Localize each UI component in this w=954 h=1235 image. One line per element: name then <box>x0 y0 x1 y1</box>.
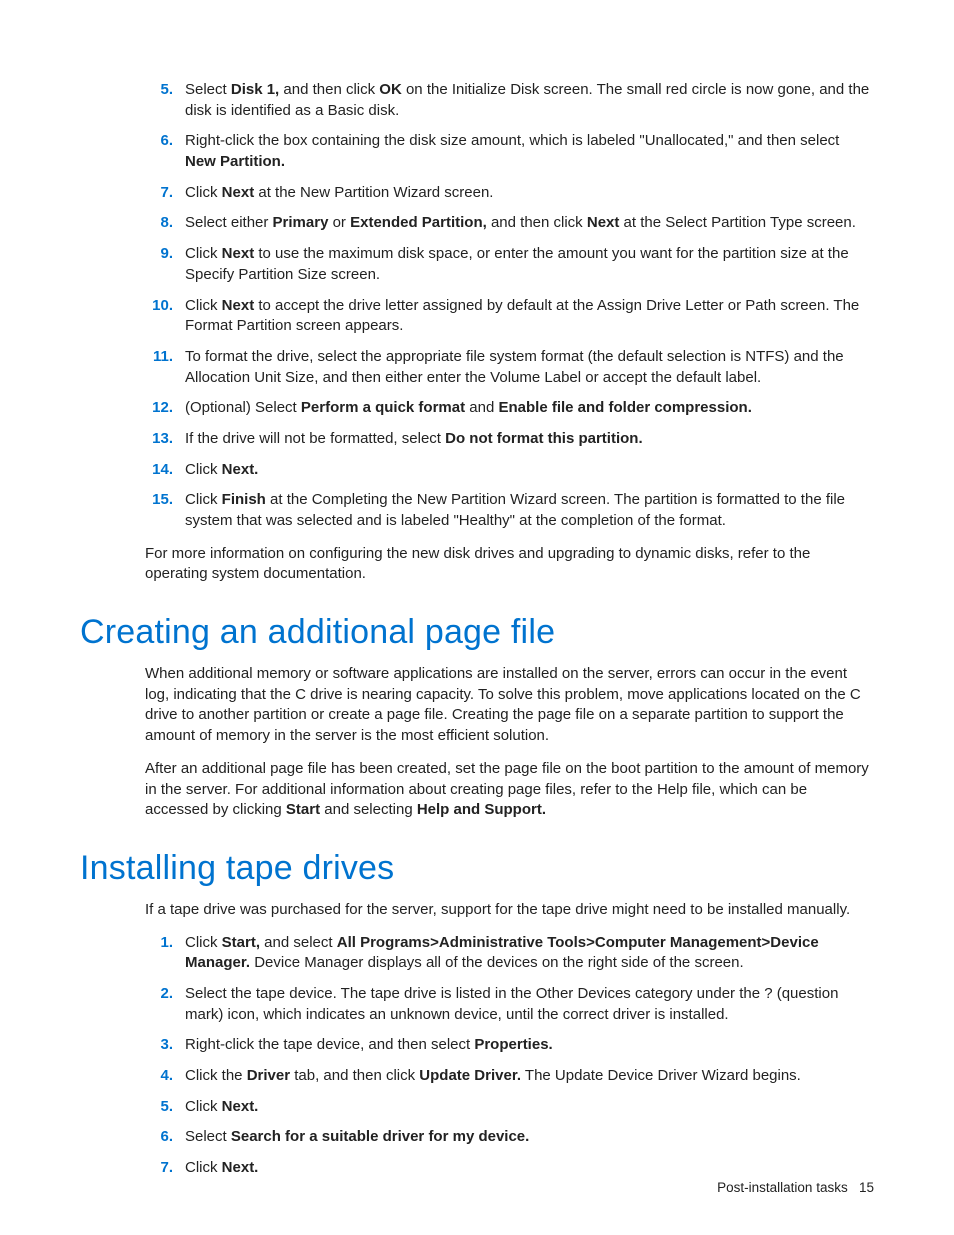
content-area: 5. Select Disk 1, and then click OK on t… <box>145 80 874 1179</box>
page-footer: Post-installation tasks 15 <box>717 1180 874 1195</box>
step-item: 11. To format the drive, select the appr… <box>145 347 874 388</box>
step-item: 5. Click Next. <box>145 1097 874 1118</box>
step-number: 8. <box>145 213 173 234</box>
step-number: 15. <box>145 490 173 511</box>
step-text: Select Disk 1, and then click OK on the … <box>185 81 869 119</box>
paragraph: After an additional page file has been c… <box>145 759 874 821</box>
step-text: Click Next at the New Partition Wizard s… <box>185 184 493 201</box>
step-text: Click Next. <box>185 1098 258 1115</box>
footer-page-number: 15 <box>859 1180 874 1195</box>
paragraph: For more information on configuring the … <box>145 544 874 585</box>
step-item: 6. Right-click the box containing the di… <box>145 131 874 172</box>
step-item: 13. If the drive will not be formatted, … <box>145 429 874 450</box>
step-item: 8. Select either Primary or Extended Par… <box>145 213 874 234</box>
step-text: Click Next. <box>185 1159 258 1176</box>
step-number: 12. <box>145 398 173 419</box>
paragraph: When additional memory or software appli… <box>145 664 874 747</box>
step-number: 7. <box>145 1158 173 1179</box>
step-number: 4. <box>145 1066 173 1087</box>
step-text: Select Search for a suitable driver for … <box>185 1128 529 1145</box>
step-item: 10. Click Next to accept the drive lette… <box>145 296 874 337</box>
step-number: 10. <box>145 296 173 317</box>
step-number: 5. <box>145 80 173 101</box>
step-item: 4. Click the Driver tab, and then click … <box>145 1066 874 1087</box>
step-text: Click Finish at the Completing the New P… <box>185 491 845 529</box>
step-number: 1. <box>145 933 173 954</box>
step-text: Right-click the tape device, and then se… <box>185 1036 553 1053</box>
step-item: 14. Click Next. <box>145 460 874 481</box>
step-text: To format the drive, select the appropri… <box>185 348 844 386</box>
step-item: 1. Click Start, and select All Programs>… <box>145 933 874 974</box>
step-text: Click Next to use the maximum disk space… <box>185 245 849 283</box>
step-text: Click Next. <box>185 461 258 478</box>
step-item: 9. Click Next to use the maximum disk sp… <box>145 244 874 285</box>
step-item: 2. Select the tape device. The tape driv… <box>145 984 874 1025</box>
step-number: 6. <box>145 1127 173 1148</box>
step-number: 2. <box>145 984 173 1005</box>
paragraph: If a tape drive was purchased for the se… <box>145 900 874 921</box>
step-text: (Optional) Select Perform a quick format… <box>185 399 752 416</box>
ordered-steps-tape: 1. Click Start, and select All Programs>… <box>145 933 874 1179</box>
step-item: 5. Select Disk 1, and then click OK on t… <box>145 80 874 121</box>
step-number: 6. <box>145 131 173 152</box>
step-text: Click the Driver tab, and then click Upd… <box>185 1067 801 1084</box>
step-number: 13. <box>145 429 173 450</box>
step-text: Click Next to accept the drive letter as… <box>185 297 859 335</box>
step-item: 15. Click Finish at the Completing the N… <box>145 490 874 531</box>
step-text: If the drive will not be formatted, sele… <box>185 430 643 447</box>
footer-label: Post-installation tasks <box>717 1180 848 1195</box>
step-number: 3. <box>145 1035 173 1056</box>
step-text: Right-click the box containing the disk … <box>185 132 839 170</box>
document-page: 5. Select Disk 1, and then click OK on t… <box>0 0 954 1235</box>
step-item: 7. Click Next at the New Partition Wizar… <box>145 183 874 204</box>
step-text: Click Start, and select All Programs>Adm… <box>185 934 819 972</box>
step-number: 11. <box>145 347 173 368</box>
step-item: 3. Right-click the tape device, and then… <box>145 1035 874 1056</box>
step-number: 5. <box>145 1097 173 1118</box>
step-number: 9. <box>145 244 173 265</box>
step-text: Select the tape device. The tape drive i… <box>185 985 838 1023</box>
step-item: 12. (Optional) Select Perform a quick fo… <box>145 398 874 419</box>
step-item: 7. Click Next. <box>145 1158 874 1179</box>
step-item: 6. Select Search for a suitable driver f… <box>145 1127 874 1148</box>
step-number: 14. <box>145 460 173 481</box>
heading-installing-tape-drives: Installing tape drives <box>80 849 874 888</box>
step-number: 7. <box>145 183 173 204</box>
heading-creating-page-file: Creating an additional page file <box>80 613 874 652</box>
ordered-steps-partition: 5. Select Disk 1, and then click OK on t… <box>145 80 874 532</box>
step-text: Select either Primary or Extended Partit… <box>185 214 856 231</box>
